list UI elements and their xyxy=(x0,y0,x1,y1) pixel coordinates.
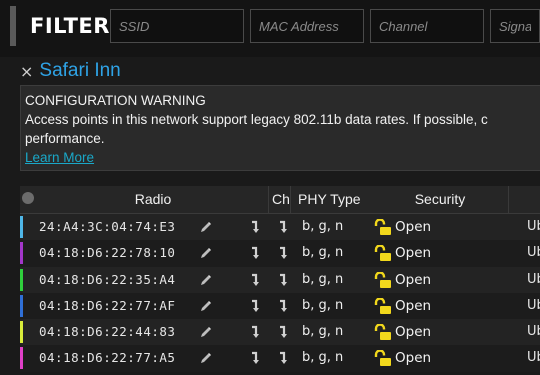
unlock-icon xyxy=(374,323,392,341)
unlock-icon xyxy=(374,218,392,236)
mac-address: 24:A4:3C:04:74:E3 xyxy=(39,219,176,234)
phy-type: b, g, n xyxy=(302,350,344,366)
access-point-table: Radio Ch PHY Type Security 24:A4:3C:04:7… xyxy=(20,186,540,372)
warning-message: Access points in this network support le… xyxy=(25,112,488,127)
extra-column-value: Ub xyxy=(527,297,540,313)
unlock-icon xyxy=(374,349,392,367)
turn-arrow-icon[interactable] xyxy=(279,351,289,365)
table-row[interactable]: 04:18:D6:22:77:A5 b, g, n Open Ub xyxy=(20,345,540,372)
column-chooser-icon-top xyxy=(22,192,34,204)
network-header: × Safari Inn xyxy=(20,59,121,83)
security-value: Open xyxy=(395,324,432,341)
mac-address: 04:18:D6:22:77:AF xyxy=(39,297,176,313)
row-color-marker xyxy=(20,321,23,344)
extra-column-value: Ub xyxy=(527,271,540,287)
turn-arrow-icon[interactable] xyxy=(279,220,289,234)
row-color-marker xyxy=(20,347,23,370)
configuration-warning: CONFIGURATION WARNING Access points in t… xyxy=(20,85,540,171)
turn-arrow-icon[interactable] xyxy=(251,351,261,365)
extra-column-value: Ub xyxy=(527,324,540,340)
table-header: Radio Ch PHY Type Security xyxy=(20,186,540,214)
table-row[interactable]: 04:18:D6:22:35:A4 b, g, n Open Ub xyxy=(20,266,540,293)
column-header-channel[interactable]: Ch xyxy=(272,186,291,213)
column-header-security[interactable]: Security xyxy=(372,186,509,213)
filter-bar: FILTERS: xyxy=(0,0,540,57)
unlock-icon xyxy=(374,297,392,315)
mac-address: 04:18:D6:22:78:10 xyxy=(39,245,176,261)
table-row[interactable]: 04:18:D6:22:78:10 b, g, n Open Ub xyxy=(20,240,540,267)
security-value: Open xyxy=(395,350,432,367)
mac-address: 04:18:D6:22:44:83 xyxy=(39,324,176,340)
turn-arrow-icon[interactable] xyxy=(279,273,289,287)
mac-address-filter-input[interactable] xyxy=(250,9,364,43)
security-value: Open xyxy=(395,219,432,235)
pencil-icon[interactable] xyxy=(200,274,212,286)
phy-type: b, g, n xyxy=(302,297,344,313)
pencil-icon[interactable] xyxy=(200,221,212,233)
phy-type: b, g, n xyxy=(302,271,344,287)
phy-type: b, g, n xyxy=(302,219,344,234)
turn-arrow-icon[interactable] xyxy=(251,299,261,313)
row-color-marker xyxy=(20,216,23,238)
unlock-icon xyxy=(374,244,392,262)
row-color-marker xyxy=(20,242,23,265)
channel-filter-input[interactable] xyxy=(370,9,484,43)
unlock-icon xyxy=(374,270,392,289)
turn-arrow-icon[interactable] xyxy=(251,273,261,287)
table-row[interactable]: 24:A4:3C:04:74:E3 b, g, n Open Ub xyxy=(20,214,540,241)
security-value: Open xyxy=(395,297,432,314)
phy-type: b, g, n xyxy=(302,245,344,261)
row-color-marker xyxy=(20,268,23,291)
turn-arrow-icon[interactable] xyxy=(251,325,261,339)
security-value: Open xyxy=(395,245,432,262)
turn-arrow-icon[interactable] xyxy=(279,299,289,313)
pencil-icon[interactable] xyxy=(200,247,212,259)
pencil-icon[interactable] xyxy=(200,300,212,312)
table-row[interactable]: 04:18:D6:22:77:AF b, g, n Open Ub xyxy=(20,292,540,320)
table-row[interactable]: 04:18:D6:22:44:83 b, g, n Open Ub xyxy=(20,319,540,346)
column-chooser-icon[interactable] xyxy=(22,186,34,213)
column-header-extra[interactable] xyxy=(510,186,540,213)
column-header-radio[interactable]: Radio xyxy=(38,186,269,213)
ssid-filter-input[interactable] xyxy=(110,9,244,43)
security-value: Open xyxy=(395,271,432,288)
turn-arrow-icon[interactable] xyxy=(279,325,289,339)
close-icon[interactable]: × xyxy=(20,62,33,81)
turn-arrow-icon[interactable] xyxy=(251,246,261,260)
network-title: Safari Inn xyxy=(39,60,121,81)
pencil-icon[interactable] xyxy=(200,326,212,338)
extra-column-value: Ub xyxy=(527,245,540,261)
turn-arrow-icon[interactable] xyxy=(279,246,289,260)
row-color-marker xyxy=(20,294,23,317)
filter-bar-handle xyxy=(10,6,16,46)
warning-message-continued: performance. xyxy=(25,131,105,146)
mac-address: 04:18:D6:22:35:A4 xyxy=(39,271,176,287)
table-body: 24:A4:3C:04:74:E3b, g, nOpenUb04:18:D6:2… xyxy=(20,214,540,372)
pencil-icon[interactable] xyxy=(200,352,212,364)
mac-address: 04:18:D6:22:77:A5 xyxy=(39,350,176,366)
column-header-phy-type[interactable]: PHY Type xyxy=(298,186,368,213)
extra-column-value: Ub xyxy=(527,219,540,234)
learn-more-link[interactable]: Learn More xyxy=(25,150,94,165)
signal-filter-input[interactable] xyxy=(490,9,540,43)
turn-arrow-icon[interactable] xyxy=(251,220,261,234)
phy-type: b, g, n xyxy=(302,324,344,340)
warning-heading: CONFIGURATION WARNING xyxy=(25,93,206,108)
extra-column-value: Ub xyxy=(527,350,540,366)
